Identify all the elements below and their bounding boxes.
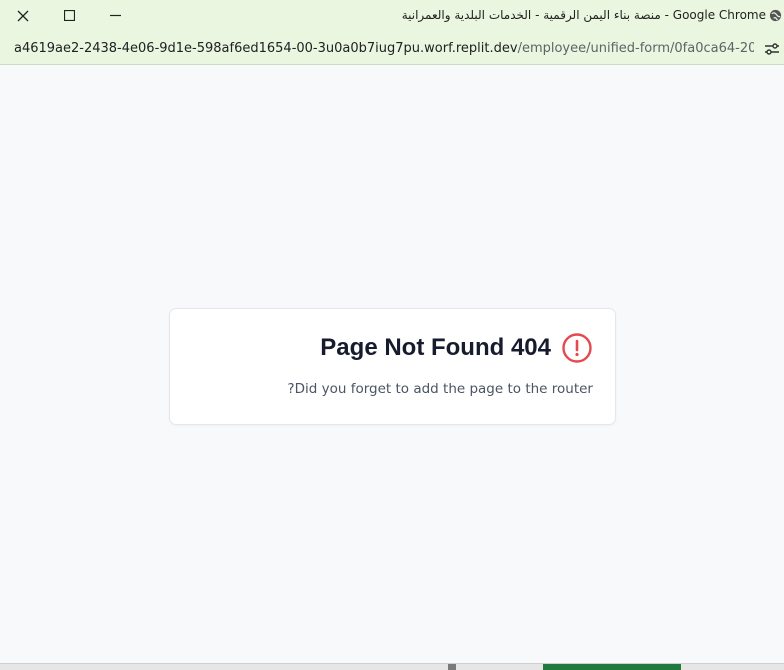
url-host: a4619ae2-2438-4e06-9d1e-598af6ed1654-00-… [14, 41, 518, 56]
window-title: منصة بناء اليمن الرقمية - الخدمات البلدي… [401, 8, 766, 22]
url-path: /employee/unified-form/0fa0ca64-206f-... [517, 41, 754, 56]
globe-icon [769, 9, 782, 22]
site-settings-icon[interactable] [764, 41, 780, 57]
maximize-window-button[interactable] [46, 0, 92, 31]
not-found-heading: Page Not Found 404 [320, 331, 593, 365]
taskbar-item[interactable] [448, 664, 456, 670]
alert-circle-icon [562, 333, 592, 363]
error-message: ?Did you forget to add the page to the r… [287, 381, 593, 397]
window-titlebar: منصة بناء اليمن الرقمية - الخدمات البلدي… [0, 0, 784, 31]
close-icon [17, 10, 29, 21]
maximize-icon [63, 10, 75, 21]
address-bar[interactable]: a4619ae2-2438-4e06-9d1e-598af6ed1654-00-… [0, 31, 784, 65]
not-found-card: Page Not Found 404 ?Did you forget to ad… [169, 308, 616, 425]
close-window-button[interactable] [0, 0, 46, 31]
url-text[interactable]: a4619ae2-2438-4e06-9d1e-598af6ed1654-00-… [14, 31, 754, 64]
page-title: Page Not Found 404 [320, 334, 551, 361]
minimize-icon [109, 14, 121, 17]
taskbar-item-active[interactable] [543, 664, 681, 670]
minimize-window-button[interactable] [92, 0, 138, 31]
